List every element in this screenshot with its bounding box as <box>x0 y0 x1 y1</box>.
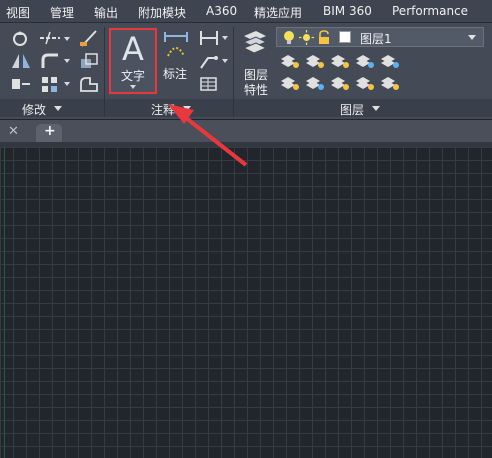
dimension-button-label[interactable]: 标注 <box>163 65 187 82</box>
layers-panel-label: 图层 <box>340 103 365 117</box>
array-icon[interactable] <box>40 75 60 93</box>
close-icon[interactable]: ✕ <box>8 124 19 139</box>
move-icon[interactable] <box>10 29 30 47</box>
file-tab-strip <box>0 120 492 142</box>
layer-stack-icon[interactable] <box>240 28 268 58</box>
sun-icon[interactable] <box>299 30 314 45</box>
layer-dropdown[interactable]: 图层1 <box>276 27 484 47</box>
tab-a360[interactable]: A360 <box>206 4 237 18</box>
offset-icon[interactable] <box>78 74 100 94</box>
text-dropdown-icon[interactable] <box>130 85 136 89</box>
drawing-canvas[interactable] <box>0 147 492 458</box>
ribbon-tab-bar: 视图 管理 输出 附加模块 A360 精选应用 BIM 360 Performa… <box>0 0 492 23</box>
annotation-panel-label: 注释 <box>151 103 176 117</box>
tab-addins[interactable]: 附加模块 <box>138 4 186 21</box>
linear-dim-dropdown-icon[interactable] <box>222 36 228 40</box>
modify-panel-bar[interactable]: 修改 <box>0 99 104 117</box>
tab-output[interactable]: 输出 <box>94 4 118 21</box>
layer-color-swatch[interactable] <box>339 31 351 43</box>
trim-icon[interactable] <box>38 30 64 46</box>
tab-bim360[interactable]: BIM 360 <box>323 4 372 18</box>
layers-panel-caret-icon[interactable] <box>372 106 380 111</box>
fillet-dropdown-icon[interactable] <box>64 59 70 63</box>
bulb-icon[interactable] <box>282 30 296 45</box>
trim-dropdown-icon[interactable] <box>64 37 70 41</box>
linear-dim-icon[interactable] <box>198 29 220 47</box>
scale-icon[interactable] <box>78 51 100 71</box>
erase-icon[interactable] <box>78 28 100 48</box>
leader-dropdown-icon[interactable] <box>222 59 228 63</box>
modify-panel-label: 修改 <box>22 103 47 117</box>
text-tool-icon: A <box>122 30 144 68</box>
new-tab-button[interactable]: + <box>36 123 62 142</box>
tab-manage[interactable]: 管理 <box>50 4 74 21</box>
tab-view[interactable]: 视图 <box>6 4 30 21</box>
dimension-icon[interactable] <box>162 30 190 60</box>
array-dropdown-icon[interactable] <box>64 82 70 86</box>
text-button[interactable]: A 文字 <box>109 28 157 94</box>
plus-icon: + <box>44 123 56 139</box>
tab-performance[interactable]: Performance <box>392 4 468 18</box>
fillet-icon[interactable] <box>40 52 62 70</box>
leader-icon[interactable] <box>198 52 220 70</box>
lock-icon[interactable] <box>317 30 331 45</box>
layer-tools-icon-grid[interactable] <box>279 51 429 95</box>
stretch-icon[interactable] <box>10 75 32 93</box>
mirror-icon[interactable] <box>10 52 32 70</box>
layer-dropdown-arrow-icon[interactable] <box>468 35 476 40</box>
layers-panel-bar[interactable]: 图层 <box>234 99 492 117</box>
modify-panel-caret-icon[interactable] <box>54 106 62 111</box>
tab-featured-apps[interactable]: 精选应用 <box>254 4 302 21</box>
y-axis-line <box>4 147 5 458</box>
current-layer-name: 图层1 <box>360 32 392 46</box>
annotation-panel-caret-icon[interactable] <box>183 106 191 111</box>
layer-properties-label-2[interactable]: 特性 <box>244 81 268 98</box>
annotation-panel-bar[interactable]: 注释 <box>105 99 233 117</box>
table-icon[interactable] <box>198 75 220 93</box>
text-button-label: 文字 <box>120 69 145 83</box>
